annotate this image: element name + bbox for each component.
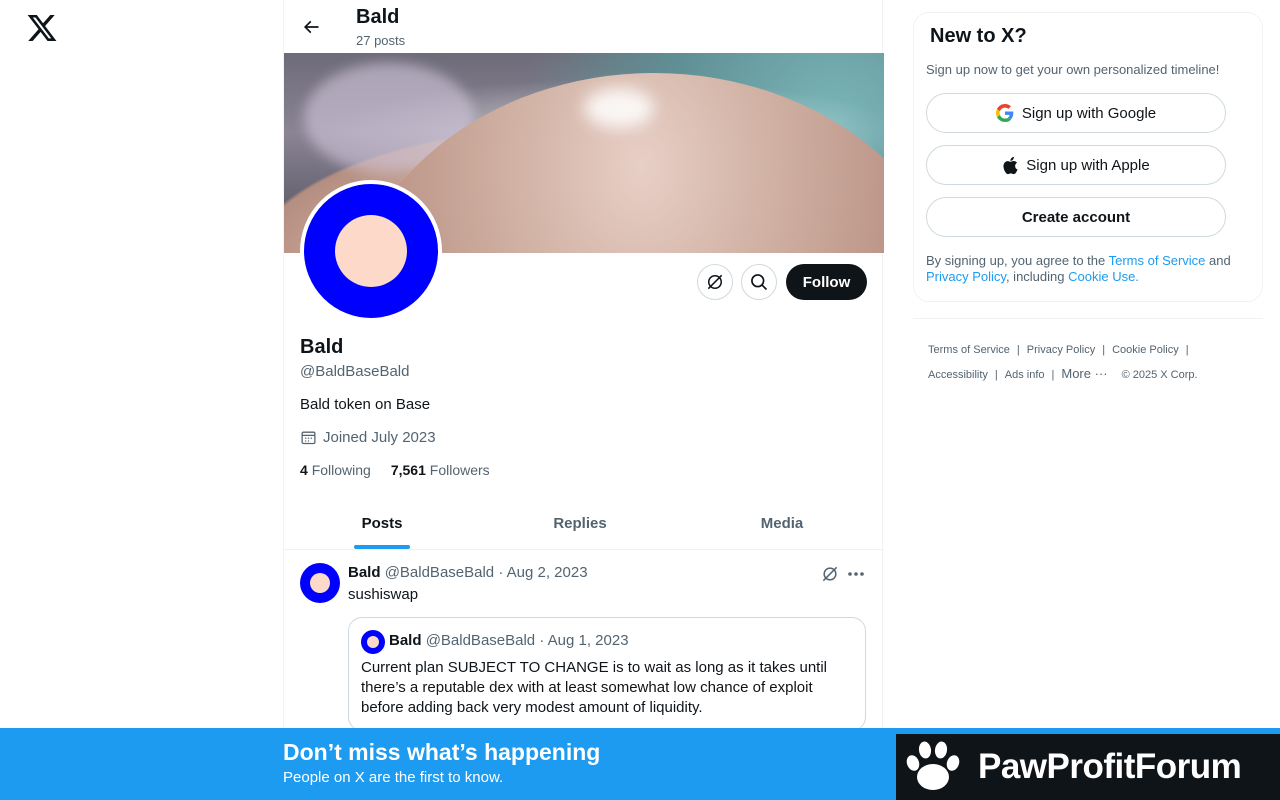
profile-stats: 4 Following 7,561 Followers [300, 462, 490, 478]
joined-text: Joined July 2023 [323, 429, 436, 446]
profile-joined: Joined July 2023 [300, 429, 436, 446]
grok-button[interactable] [697, 264, 733, 300]
post-meta[interactable]: @BaldBaseBald · Aug 2, 2023 [385, 564, 588, 581]
footer-copyright: © 2025 X Corp. [1121, 369, 1198, 381]
quoted-post[interactable]: Bald @BaldBaseBald · Aug 1, 2023 Current… [348, 617, 866, 731]
footer-cookie[interactable]: Cookie Policy [1112, 344, 1179, 356]
profile-avatar[interactable] [300, 180, 442, 322]
google-label: Sign up with Google [1021, 104, 1157, 122]
calendar-icon [301, 431, 316, 445]
x-logo-icon[interactable] [26, 12, 58, 44]
tab-posts[interactable]: Posts [284, 497, 480, 549]
post-grok-icon[interactable] [820, 564, 840, 584]
privacy-link[interactable]: Privacy Policy [926, 269, 1006, 284]
following-link[interactable]: 4 Following [300, 462, 371, 478]
followers-link[interactable]: 7,561 Followers [391, 462, 490, 478]
search-profile-button[interactable] [741, 264, 777, 300]
post-author-name[interactable]: Bald [348, 564, 381, 581]
paw-icon [906, 741, 960, 790]
page: Bald 27 posts Follow Bald @BaldBaseBald … [0, 0, 1280, 800]
post-header: Bald @BaldBaseBald · Aug 2, 2023 [348, 564, 588, 581]
quote-text: Current plan SUBJECT TO CHANGE is to wai… [361, 659, 828, 716]
apple-icon [1003, 156, 1018, 174]
watermark-text: PawProfitForum [978, 747, 1242, 786]
profile-tabs: Posts Replies Media [284, 497, 884, 550]
signup-google-button[interactable]: Sign up with Google [926, 93, 1226, 133]
signup-title: New to X? [930, 25, 1027, 47]
apple-label: Sign up with Apple [1026, 156, 1150, 174]
post-avatar[interactable] [300, 563, 340, 603]
post[interactable]: Bald @BaldBaseBald · Aug 2, 2023 sushisw… [284, 551, 884, 751]
create-account-button[interactable]: Create account [926, 197, 1226, 237]
signup-panel: New to X? Sign up now to get your own pe… [913, 12, 1263, 302]
search-icon [751, 274, 768, 291]
tab-media[interactable]: Media [680, 497, 884, 549]
quote-avatar [361, 630, 385, 654]
back-arrow-icon[interactable] [298, 14, 324, 40]
profile-name: Bald [300, 336, 344, 358]
bottom-bar-subtitle: People on X are the first to know. [283, 769, 504, 786]
post-text: sushiswap [348, 586, 419, 603]
follow-button[interactable]: Follow [786, 264, 867, 300]
signup-legal-text: By signing up, you agree to the Terms of… [926, 253, 1231, 284]
watermark-overlay: PawProfitForum [896, 734, 1280, 800]
grok-icon [707, 274, 723, 290]
google-icon [995, 104, 1014, 122]
footer-accessibility[interactable]: Accessibility [928, 369, 988, 381]
terms-link[interactable]: Terms of Service [1109, 253, 1206, 268]
signup-subtitle: Sign up now to get your own personalized… [926, 62, 1220, 77]
profile-handle: @BaldBaseBald [300, 363, 410, 380]
profile-header-bar: Bald 27 posts [284, 0, 884, 53]
footer-ads[interactable]: Ads info [1005, 369, 1045, 381]
more-options-icon[interactable] [846, 564, 866, 584]
footer-links: Terms of Service | Privacy Policy | Cookie P… [928, 344, 1198, 381]
quote-header: Bald @BaldBaseBald · Aug 1, 2023 [389, 632, 629, 649]
header-posts-count: 27 posts [356, 33, 406, 48]
header-name: Bald [356, 6, 400, 28]
cookie-use-link[interactable]: Cookie Use. [1068, 269, 1139, 284]
quote-meta: @BaldBaseBald · Aug 1, 2023 [425, 632, 629, 649]
quote-author-name: Bald [389, 632, 422, 649]
profile-bio: Bald token on Base [300, 396, 431, 413]
tab-replies[interactable]: Replies [480, 497, 680, 549]
profile-column: Bald 27 posts Follow Bald @BaldBaseBald … [283, 0, 884, 800]
footer-terms[interactable]: Terms of Service [928, 344, 1010, 356]
bottom-bar-title: Don’t miss what’s happening [283, 739, 601, 765]
footer-more[interactable]: More ··· [1061, 366, 1107, 381]
signup-apple-button[interactable]: Sign up with Apple [926, 145, 1226, 185]
sidebar-divider [913, 318, 1263, 319]
footer-privacy[interactable]: Privacy Policy [1027, 344, 1095, 356]
